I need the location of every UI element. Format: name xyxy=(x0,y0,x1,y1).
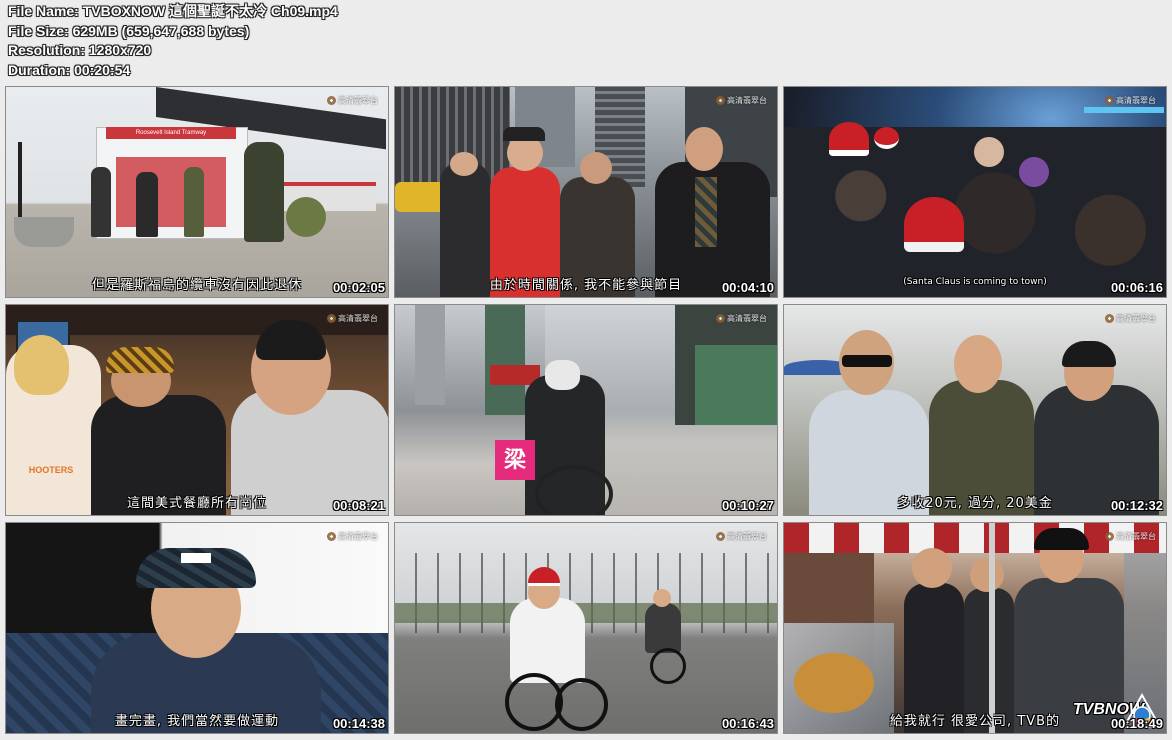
timestamp: 00:16:43 xyxy=(721,716,774,731)
tramway-sign: Roosevelt Island Tramway xyxy=(135,130,207,136)
channel-logo: 高清翡翠台 xyxy=(327,95,378,106)
file-name-line: File Name: TVBOXNOW 這個聖誕不太冷 Ch09.mp4 xyxy=(8,3,338,19)
timestamp: 00:02:05 xyxy=(332,280,385,295)
scene-interview xyxy=(6,523,388,733)
scene-crowd xyxy=(784,87,1166,297)
tvb-logo-icon xyxy=(1105,532,1114,541)
thumbnail-9[interactable]: 高清翡翠台 TVBNOW 給我就行 很愛公司, TVB的 00:18:49 xyxy=(783,522,1167,734)
thumbnail-1[interactable]: Roosevelt Island Tramway 高清翡翠台 但是羅斯福島的纜車… xyxy=(5,86,389,298)
thumbnail-3[interactable]: 高清翡翠台 (Santa Claus is coming to town) 00… xyxy=(783,86,1167,298)
subtitle: 這間美式餐廳所有崗位 xyxy=(126,496,267,511)
tvb-logo-icon xyxy=(1105,314,1114,323)
channel-logo: 高清翡翠台 xyxy=(1105,313,1156,324)
tvb-logo-icon xyxy=(327,532,336,541)
subtitle: 給我就行 很愛公司, TVB的 xyxy=(889,714,1061,729)
scene-split-street: 梁 xyxy=(395,305,777,515)
scene-park-trio xyxy=(784,305,1166,515)
file-size-line: File Size: 629MB (659,647,688 bytes) xyxy=(8,22,250,39)
tvb-logo-icon xyxy=(1105,96,1114,105)
thumbnail-6[interactable]: 高清翡翠台 多收20元, 過分, 20美金 00:12:32 xyxy=(783,304,1167,516)
scene-restaurant: HOOTERS xyxy=(6,305,388,515)
hooters-shirt: HOOTERS xyxy=(28,465,74,475)
channel-logo: 高清翡翠台 xyxy=(1105,95,1156,106)
channel-logo: 高清翡翠台 xyxy=(716,313,767,324)
subtitle: 由於時間關係, 我不能參與節目 xyxy=(489,278,683,293)
scene-street-group xyxy=(395,87,777,297)
name-badge: 梁 xyxy=(495,440,535,480)
thumbnail-8[interactable]: 高清翡翠台 00:16:43 xyxy=(394,522,778,734)
scene-cycling xyxy=(395,523,777,733)
file-info: File Name: TVBOXNOW 這個聖誕不太冷 Ch09.mp4 Fil… xyxy=(8,2,338,80)
subtitle: 多收20元, 過分, 20美金 xyxy=(897,496,1053,511)
channel-logo: 高清翡翠台 xyxy=(716,95,767,106)
thumbnail-grid: Roosevelt Island Tramway 高清翡翠台 但是羅斯福島的纜車… xyxy=(5,86,1167,734)
subtitle: 但是羅斯福島的纜車沒有因此退休 xyxy=(91,278,302,293)
scene-tramway: Roosevelt Island Tramway xyxy=(6,87,388,297)
thumbnail-2[interactable]: 高清翡翠台 由於時間關係, 我不能參與節目 00:04:10 xyxy=(394,86,778,298)
tvb-logo-icon xyxy=(716,314,725,323)
timestamp: 00:18:49 xyxy=(1110,716,1163,731)
timestamp: 00:10:27 xyxy=(721,498,774,513)
thumbnail-5[interactable]: 梁 高清翡翠台 00:10:27 xyxy=(394,304,778,516)
subtitle: (Santa Claus is coming to town) xyxy=(903,277,1047,287)
timestamp: 00:06:16 xyxy=(1110,280,1163,295)
timestamp: 00:14:38 xyxy=(332,716,385,731)
thumbnail-7[interactable]: 高清翡翠台 畫完畫, 我們當然要做運動 00:14:38 xyxy=(5,522,389,734)
tvb-logo-icon xyxy=(716,532,725,541)
channel-logo: 高清翡翠台 xyxy=(327,313,378,324)
resolution-line: Resolution: 1280x720 xyxy=(8,42,152,58)
timestamp: 00:08:21 xyxy=(332,498,385,513)
timestamp: 00:12:32 xyxy=(1110,498,1163,513)
timestamp: 00:04:10 xyxy=(721,280,774,295)
thumbnail-4[interactable]: HOOTERS 高清翡翠台 這間美式餐廳所有崗位 00:08:21 xyxy=(5,304,389,516)
channel-logo: 高清翡翠台 xyxy=(1105,531,1156,542)
tvb-logo-icon xyxy=(327,96,336,105)
tvb-logo-icon xyxy=(327,314,336,323)
channel-logo: 高清翡翠台 xyxy=(716,531,767,542)
tvb-logo-icon xyxy=(716,96,725,105)
channel-logo: 高清翡翠台 xyxy=(327,531,378,542)
subtitle: 畫完畫, 我們當然要做運動 xyxy=(114,714,280,729)
duration-line: Duration: 00:20:54 xyxy=(8,61,131,78)
